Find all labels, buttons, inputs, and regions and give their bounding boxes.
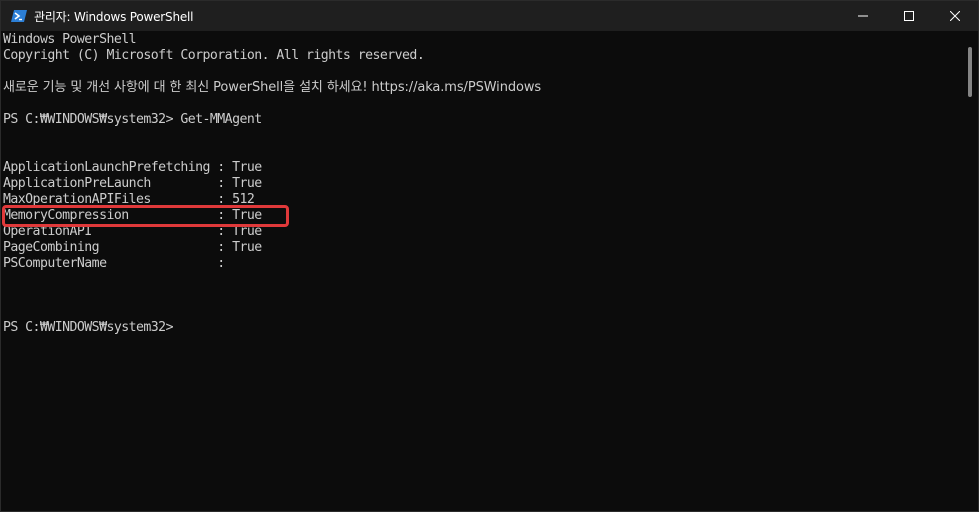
banner-line: Windows PowerShell <box>3 32 137 47</box>
output-row: PageCombining : True <box>3 240 262 255</box>
minimize-button[interactable] <box>840 1 886 31</box>
powershell-icon <box>11 10 27 22</box>
minimize-icon <box>858 15 868 17</box>
output-row: ApplicationPreLaunch : True <box>3 176 262 191</box>
vertical-scrollbar[interactable] <box>962 31 978 511</box>
output-row: PSComputerName : <box>3 256 225 271</box>
output-row: ApplicationLaunchPrefetching : True <box>3 160 262 175</box>
close-button[interactable] <box>932 1 978 31</box>
console-output[interactable]: Windows PowerShell Copyright (C) Microso… <box>1 31 963 511</box>
caption-buttons <box>840 1 978 31</box>
command-prompt-line: PS C:₩WINDOWS₩system32> Get-MMAgent <box>3 112 262 127</box>
copyright-line: Copyright (C) Microsoft Corporation. All… <box>3 48 425 63</box>
current-prompt-line: PS C:₩WINDOWS₩system32> <box>3 320 174 335</box>
powershell-window: 관리자: Windows PowerShell Windows PowerShe… <box>0 0 979 512</box>
maximize-button[interactable] <box>886 1 932 31</box>
maximize-icon <box>904 11 914 21</box>
title-bar[interactable]: 관리자: Windows PowerShell <box>1 1 978 31</box>
update-notice-line: 새로운 기능 및 개선 사항에 대 한 최신 PowerShell을 설치 하세… <box>3 80 542 95</box>
close-icon <box>950 11 960 21</box>
window-title: 관리자: Windows PowerShell <box>34 9 194 24</box>
scrollbar-thumb[interactable] <box>968 47 972 97</box>
highlight-box <box>2 205 289 227</box>
